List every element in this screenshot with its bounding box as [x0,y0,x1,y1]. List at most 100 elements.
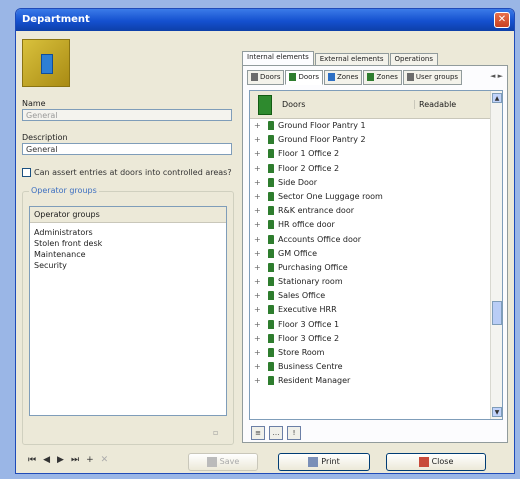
door-icon [268,177,274,187]
table-row[interactable]: + Sector One Luggage room [250,191,490,206]
doors-list[interactable]: Doors Readable + Ground Floor Pantry 1 + Gr… [249,90,503,420]
expand-icon[interactable]: + [254,235,262,244]
info-button[interactable]: ! [287,426,301,440]
expand-icon[interactable]: + [254,178,262,187]
close-label: Close [431,457,454,466]
scroll-thumb[interactable] [492,301,502,325]
sub-tab-zones-2[interactable]: Zones [363,70,402,85]
doors-list-header: Doors Readable [250,91,490,119]
table-row[interactable]: + Executive HRR [250,305,490,319]
table-row[interactable]: + Stationary room [250,277,490,291]
expand-icon[interactable]: + [254,164,262,173]
operator-groups-header[interactable]: Operator groups [30,207,226,223]
close-window-button[interactable]: ✕ [494,12,510,28]
table-row[interactable]: + Purchasing Office [250,262,490,277]
door-name: Sales Office [278,291,326,301]
door-name: Floor 2 Office 2 [278,163,340,173]
controlled-areas-label: Can assert entries at doors into control… [34,168,232,177]
expand-icon[interactable]: + [254,192,262,201]
door-icon [268,206,274,216]
table-row[interactable]: + R&K entrance door [250,206,490,220]
expand-icon[interactable]: + [254,220,262,229]
close-icon [418,456,429,467]
table-row[interactable]: + Ground Floor Pantry 2 [250,135,490,149]
door-icon [268,191,274,201]
title-bar[interactable]: Department ✕ [16,9,514,31]
expand-icon[interactable]: + [254,376,262,385]
table-row[interactable]: + Sales Office [250,291,490,305]
table-row[interactable]: + Accounts Office door [250,234,490,249]
door-icon [268,135,274,145]
add-record-icon[interactable]: + [86,455,98,465]
table-row[interactable]: + Floor 3 Office 1 [250,319,490,334]
more-button[interactable]: … [269,426,283,440]
select-all-button[interactable]: ≡ [251,426,265,440]
column-header-doors[interactable]: Doors [282,100,305,109]
scroll-up-arrow-icon[interactable]: ▲ [492,93,502,103]
expand-icon[interactable]: + [254,121,262,130]
save-button[interactable]: Save [188,453,258,471]
tab-internal-elements[interactable]: Internal elements [242,51,314,66]
table-row[interactable]: + Store Room [250,348,490,362]
expand-icon[interactable]: + [254,149,262,158]
sub-tab-user-groups[interactable]: User groups [402,70,463,85]
door-icon [268,305,274,315]
sub-tab-zones-1[interactable]: Zones [323,70,363,85]
expand-icon[interactable]: + [254,334,262,343]
door-icon [268,333,274,343]
table-row[interactable]: + Floor 1 Office 2 [250,149,490,163]
tab-scroll-arrows[interactable]: ◄ ► [490,72,503,80]
previous-record-icon[interactable]: ◀ [43,455,54,465]
door-name: Store Room [278,348,325,357]
doors-scrollbar[interactable]: ▲ ▼ [490,91,502,419]
last-record-icon[interactable]: ⏭ [71,455,83,465]
door-icon [268,362,274,372]
doors-rows: + Ground Floor Pantry 1 + Ground Floor Pant… [250,121,490,391]
delete-record-icon[interactable]: ✕ [101,455,113,465]
first-record-icon[interactable]: ⏮ [28,455,40,465]
expand-icon[interactable]: + [254,135,262,144]
list-item[interactable]: Administrators [30,227,226,238]
expand-icon[interactable]: + [254,348,262,357]
controlled-areas-checkbox-row[interactable]: Can assert entries at doors into control… [22,168,232,180]
door-icon [268,121,274,130]
table-row[interactable]: + Resident Manager [250,376,490,390]
general-pane: Name General Description General Can ass… [20,37,236,449]
sub-tab-doors-2[interactable]: Doors [285,70,323,85]
table-row[interactable]: + Floor 3 Office 2 [250,333,490,348]
column-header-readable[interactable]: Readable [414,100,456,109]
elements-pane: Internal elements External elements Operat… [240,37,512,449]
table-row[interactable]: + HR office door [250,220,490,234]
table-row[interactable]: + Side Door [250,177,490,192]
table-row[interactable]: + GM Office [250,248,490,263]
table-row[interactable]: + Floor 2 Office 2 [250,163,490,178]
description-field[interactable]: General [22,143,232,155]
table-row[interactable]: + Business Centre [250,362,490,376]
expand-icon[interactable]: + [254,277,262,286]
door-name: Business Centre [278,362,343,372]
expand-icon[interactable]: + [254,263,262,272]
controlled-areas-checkbox[interactable] [22,168,31,177]
door-name: GM Office [278,248,317,258]
print-button[interactable]: Print [278,453,370,471]
door-name: Side Door [278,177,318,187]
expand-icon[interactable]: + [254,362,262,371]
door-name: Ground Floor Pantry 1 [278,121,366,130]
sub-tab-doors-1[interactable]: Doors [247,70,285,85]
next-record-icon[interactable]: ▶ [57,455,68,465]
list-item[interactable]: Maintenance [30,249,226,260]
table-row[interactable]: + Ground Floor Pantry 1 [250,121,490,135]
close-button[interactable]: Close [386,453,486,471]
expand-icon[interactable]: + [254,249,262,258]
expand-icon[interactable]: + [254,206,262,215]
name-field[interactable]: General [22,109,232,121]
expand-icon[interactable]: + [254,291,262,300]
operator-groups-list[interactable]: Operator groups Administrators Stolen fr… [29,206,227,416]
expand-icon[interactable]: + [254,320,262,329]
department-window: Department ✕ Name General Description Ge… [15,8,515,474]
list-item[interactable]: Stolen front desk [30,238,226,249]
expand-icon[interactable]: + [254,305,262,314]
window-title: Department [22,14,90,25]
list-item[interactable]: Security [30,260,226,271]
scroll-down-arrow-icon[interactable]: ▼ [492,407,502,417]
